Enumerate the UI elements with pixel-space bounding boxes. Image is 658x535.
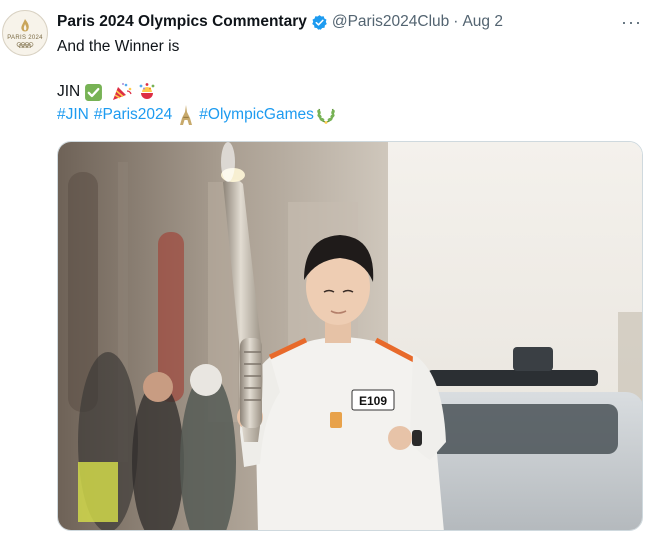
- bib-number: E109: [359, 394, 387, 408]
- tweet-header: Paris 2024 Olympics Commentary @Paris202…: [57, 12, 503, 32]
- torchbearer-photo: E109: [58, 142, 642, 530]
- olympic-rings-icon: [16, 42, 34, 48]
- check-mark-emoji-icon: [85, 83, 103, 101]
- tweet-photo[interactable]: E109: [57, 141, 643, 531]
- author-handle[interactable]: @Paris2024Club: [332, 13, 449, 31]
- tweet-text-line-2: JIN: [57, 82, 157, 102]
- post-date[interactable]: Aug 2: [462, 13, 503, 31]
- avatar-text: PARIS 2024: [7, 35, 43, 41]
- eiffel-tower-emoji-icon: [180, 105, 193, 125]
- hashtag-paris2024[interactable]: #Paris2024: [94, 105, 172, 125]
- tweet-text-line-1: And the Winner is: [57, 38, 180, 55]
- hashtag-line: #JIN #Paris2024 #OlympicGames: [57, 105, 336, 125]
- separator-dot: ·: [453, 13, 459, 30]
- more-icon[interactable]: ···: [621, 12, 642, 33]
- author-name[interactable]: Paris 2024 Olympics Commentary: [57, 13, 307, 31]
- avatar[interactable]: PARIS 2024: [2, 10, 48, 56]
- hashtag-olympicgames[interactable]: #OlympicGames: [199, 105, 314, 125]
- party-popper-emoji-icon: [113, 83, 132, 100]
- confetti-ball-emoji-icon: [139, 83, 155, 99]
- laurel-wreath-emoji-icon: [317, 108, 335, 124]
- hashtag-jin[interactable]: #JIN: [57, 105, 89, 125]
- olympic-flame-logo-icon: [21, 19, 29, 32]
- verified-badge-icon: [312, 14, 327, 30]
- winner-name: JIN: [57, 83, 81, 100]
